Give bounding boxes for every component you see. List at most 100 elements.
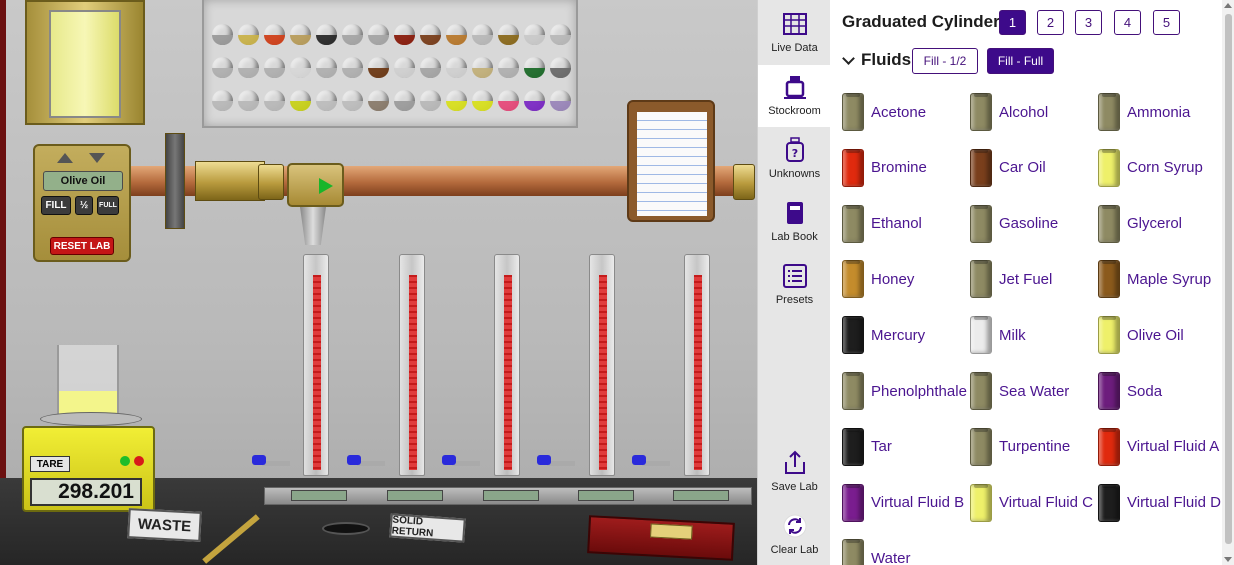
fluid-item[interactable]: Phenolphthale — [842, 371, 970, 411]
fluid-item[interactable]: Maple Syrup — [1098, 259, 1222, 299]
scroll-down-icon[interactable] — [1224, 557, 1232, 562]
down-arrow-icon[interactable] — [89, 153, 105, 163]
chemical-sample[interactable] — [420, 90, 441, 111]
toolbar-save-lab[interactable]: Save Lab — [758, 441, 831, 503]
chemical-sample[interactable] — [342, 57, 363, 78]
drain[interactable] — [322, 522, 370, 535]
fluid-item[interactable]: Glycerol — [1098, 204, 1222, 244]
drain-tap[interactable] — [252, 455, 290, 475]
tap-handle[interactable] — [347, 455, 361, 465]
fluid-item[interactable]: Bromine — [842, 148, 970, 188]
chemical-sample[interactable] — [290, 24, 311, 45]
lab-book[interactable] — [587, 515, 735, 561]
fluid-item[interactable]: Virtual Fluid C — [970, 483, 1098, 523]
chemical-sample[interactable] — [420, 24, 441, 45]
chemical-sample[interactable] — [368, 90, 389, 111]
scrollbar[interactable] — [1222, 0, 1234, 565]
toolbar-stockroom[interactable]: Stockroom — [758, 65, 831, 127]
dispense-valve[interactable] — [287, 163, 344, 207]
pump-half-button[interactable]: ½ — [75, 196, 93, 215]
chemical-sample[interactable] — [316, 57, 337, 78]
fluid-item[interactable]: Acetone — [842, 92, 970, 132]
solid-return-sign[interactable]: SOLID RETURN — [389, 513, 466, 543]
graduated-cylinder[interactable] — [303, 254, 329, 476]
fluid-item[interactable]: Virtual Fluid B — [842, 483, 970, 523]
drain-tap[interactable] — [347, 455, 385, 475]
cylinder-button-4[interactable]: 4 — [1114, 10, 1141, 35]
tap-handle[interactable] — [632, 455, 646, 465]
fluid-item[interactable]: Olive Oil — [1098, 315, 1222, 355]
graduated-cylinder[interactable] — [684, 254, 710, 476]
fluid-item[interactable]: Ammonia — [1098, 92, 1222, 132]
chemical-sample[interactable] — [342, 90, 363, 111]
pump-full-button[interactable]: FULL — [97, 196, 119, 215]
chemical-sample[interactable] — [238, 24, 259, 45]
cylinder-button-2[interactable]: 2 — [1037, 10, 1064, 35]
graduated-cylinder[interactable] — [589, 254, 615, 476]
chemical-sample[interactable] — [316, 90, 337, 111]
chemical-sample[interactable] — [290, 90, 311, 111]
fluid-item[interactable]: Honey — [842, 259, 970, 299]
toolbar-live-data[interactable]: Live Data — [758, 2, 831, 64]
fluid-item[interactable]: Tar — [842, 427, 970, 467]
graduated-cylinder[interactable] — [399, 254, 425, 476]
chemical-sample[interactable] — [498, 90, 519, 111]
fluids-section-toggle[interactable]: Fluids — [840, 50, 911, 70]
chemical-sample[interactable] — [212, 24, 233, 45]
fluid-item[interactable]: Alcohol — [970, 92, 1098, 132]
fluid-item[interactable]: Water — [842, 538, 970, 565]
chemical-sample[interactable] — [524, 90, 545, 111]
up-arrow-icon[interactable] — [57, 153, 73, 163]
chemical-sample[interactable] — [472, 24, 493, 45]
waste-sign[interactable]: WASTE — [127, 508, 202, 542]
drain-tap[interactable] — [537, 455, 575, 475]
fluid-item[interactable]: Soda — [1098, 371, 1222, 411]
chemical-sample[interactable] — [394, 57, 415, 78]
tap-handle[interactable] — [537, 455, 551, 465]
chemical-sample[interactable] — [524, 24, 545, 45]
chemical-sample[interactable] — [472, 57, 493, 78]
chemical-sample[interactable] — [446, 24, 467, 45]
chemical-sample[interactable] — [446, 57, 467, 78]
chemical-sample[interactable] — [264, 24, 285, 45]
fill-full-button[interactable]: Fill - Full — [987, 48, 1054, 74]
toolbar-lab-book[interactable]: Lab Book — [758, 191, 831, 253]
fluid-item[interactable]: Mercury — [842, 315, 970, 355]
chemical-sample[interactable] — [290, 57, 311, 78]
chemical-sample[interactable] — [550, 57, 571, 78]
chemical-sample[interactable] — [368, 57, 389, 78]
chemical-sample[interactable] — [316, 24, 337, 45]
chemical-sample[interactable] — [524, 57, 545, 78]
chemical-sample[interactable] — [394, 90, 415, 111]
chemical-sample[interactable] — [368, 24, 389, 45]
cylinder-button-1[interactable]: 1 — [999, 10, 1026, 35]
chemical-sample[interactable] — [264, 90, 285, 111]
fluid-item[interactable]: Virtual Fluid D — [1098, 483, 1222, 523]
toolbar-presets[interactable]: Presets — [758, 254, 831, 316]
scroll-up-icon[interactable] — [1224, 3, 1232, 8]
cylinder-button-3[interactable]: 3 — [1075, 10, 1102, 35]
chemical-sample[interactable] — [238, 57, 259, 78]
chemical-sample[interactable] — [550, 24, 571, 45]
cylinder-button-5[interactable]: 5 — [1153, 10, 1180, 35]
tap-handle[interactable] — [252, 455, 266, 465]
fluid-item[interactable]: Car Oil — [970, 148, 1098, 188]
tap-handle[interactable] — [442, 455, 456, 465]
fluid-item[interactable]: Jet Fuel — [970, 259, 1098, 299]
fluid-item[interactable]: Virtual Fluid A — [1098, 427, 1222, 467]
fill-half-button[interactable]: Fill - 1/2 — [912, 48, 978, 74]
chemical-sample[interactable] — [212, 90, 233, 111]
play-icon[interactable] — [319, 178, 333, 194]
fluid-item[interactable]: Ethanol — [842, 204, 970, 244]
chemical-sample[interactable] — [498, 24, 519, 45]
chemical-sample[interactable] — [212, 57, 233, 78]
chemical-sample[interactable] — [264, 57, 285, 78]
chemical-sample[interactable] — [394, 24, 415, 45]
toolbar-unknowns[interactable]: ? Unknowns — [758, 128, 831, 190]
fluid-item[interactable]: Turpentine — [970, 427, 1098, 467]
clipboard[interactable] — [627, 100, 715, 222]
graduated-cylinder[interactable] — [494, 254, 520, 476]
reset-lab-button[interactable]: RESET LAB — [50, 237, 114, 255]
drain-tap[interactable] — [632, 455, 670, 475]
fluid-item[interactable]: Corn Syrup — [1098, 148, 1222, 188]
